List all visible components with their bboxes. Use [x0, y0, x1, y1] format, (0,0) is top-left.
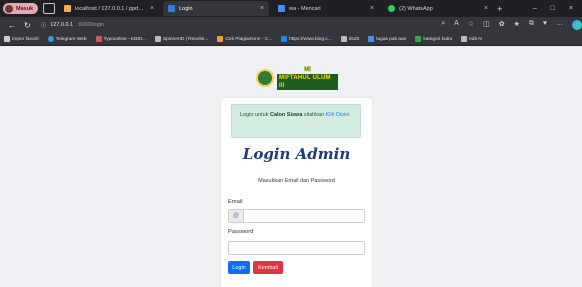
bookmark-label: Telegram Web [55, 36, 87, 42]
logo-line-1: MI [304, 66, 311, 73]
back-button[interactable]: Kembali [253, 261, 283, 274]
page-icon [340, 36, 347, 42]
bookmark-label: tugas pak aan [376, 36, 407, 42]
favorite-star-icon[interactable]: ☆ [468, 20, 474, 30]
drive-icon [415, 36, 422, 42]
new-tab-icon[interactable]: + [497, 4, 502, 14]
bookmark-label: edit AI [469, 36, 483, 42]
login-card: Login untuk Calon Siswa silahkan Klik Di… [221, 98, 372, 287]
import-icon [4, 36, 10, 42]
bookmark-label: https://www.bing.c... [289, 36, 332, 42]
close-window-icon[interactable]: × [569, 5, 573, 12]
address-bar[interactable]: ⓘ 127.0.0.1:8000/login [41, 20, 433, 31]
password-label: Password [228, 229, 254, 235]
reload-icon[interactable]: ↻ [24, 21, 31, 30]
password-field[interactable] [228, 241, 365, 255]
school-logo: MI MIFTAHUL ULUM III [256, 66, 338, 90]
toolbar-icons: ⌕ A ☆ ◫ ✿ ★ ⧉ ♥ … [441, 20, 582, 30]
alert-prefix: Login untuk [240, 112, 269, 118]
window-controls: – □ × [533, 5, 573, 12]
info-icon[interactable]: ⓘ [41, 21, 47, 29]
bookmark-spinner[interactable]: SpinnerID | Rewrite... [154, 36, 209, 42]
tab-search[interactable]: wa - Mencari × [273, 1, 379, 16]
tab-title: (2) WhatsApp [399, 5, 433, 12]
tab-actions-icon[interactable] [43, 3, 56, 14]
close-tab-icon[interactable]: × [370, 5, 374, 12]
back-icon[interactable]: ← [8, 21, 16, 30]
favorites-icon[interactable]: ★ [514, 20, 520, 30]
school-emblem-icon [256, 69, 274, 87]
search-favicon-icon [278, 5, 286, 12]
telegram-icon [47, 36, 54, 42]
address-host: 127.0.0.1 [50, 22, 74, 28]
bookmark-tugas[interactable]: tugas pak aan [368, 36, 406, 42]
bookmark-impor-favorit[interactable]: Impor favorit [4, 36, 39, 42]
profile-label: Masuk [16, 5, 34, 12]
profile-button[interactable]: Masuk [3, 3, 39, 14]
phpmyadmin-favicon-icon [64, 5, 72, 12]
browser-toolbar: ← ↻ ⓘ 127.0.0.1:8000/login ⌕ A ☆ ◫ ✿ ★ ⧉… [0, 17, 582, 33]
close-tab-icon[interactable]: × [484, 5, 488, 12]
login-subtitle: Masukkan Email dan Password [258, 178, 335, 184]
maximize-icon[interactable]: □ [551, 5, 555, 12]
folder-icon [368, 36, 375, 42]
tab-whatsapp[interactable]: (2) WhatsApp × [383, 1, 493, 16]
zoom-icon[interactable]: ⌕ [441, 20, 445, 30]
page-title: Login Admin [242, 145, 351, 163]
logo-line-2: MIFTAHUL ULUM III [277, 73, 338, 90]
email-field[interactable]: @ [228, 209, 365, 223]
bookmark-edit-ai[interactable]: edit AI [461, 36, 482, 42]
shield-icon[interactable]: ♥ [543, 20, 547, 30]
at-sign-icon: @ [229, 210, 244, 222]
student-login-link[interactable]: Klik Disini [326, 112, 350, 118]
page-icon [461, 36, 468, 42]
tab-title: wa - Mencari [289, 5, 321, 12]
logo-text: MI MIFTAHUL ULUM III [277, 66, 338, 90]
bookmark-label: Impor favorit [12, 36, 39, 42]
login-button[interactable]: Login [228, 261, 250, 274]
profile-avatar-icon [5, 4, 13, 13]
copilot-icon[interactable] [572, 20, 582, 30]
collections-icon[interactable]: ⧉ [529, 20, 534, 30]
bing-icon [281, 36, 288, 42]
bookmark-dsd3[interactable]: dsd3 [340, 36, 360, 42]
bookmark-label: Typoonline - KBBI... [103, 36, 146, 42]
browser-tabstrip: Masuk localhost / 127.0.0.1 / ppdb | php… [0, 0, 582, 17]
email-label: Email [228, 199, 243, 205]
login-favicon-icon [168, 5, 176, 12]
tab-phpmyadmin[interactable]: localhost / 127.0.0.1 / ppdb | php × [59, 1, 159, 16]
alert-bold: Calon Siswa [269, 112, 303, 118]
bookmark-label: kategori buku [423, 36, 453, 42]
kbbi-icon [95, 36, 102, 42]
split-screen-icon[interactable]: ◫ [483, 20, 490, 30]
student-login-alert: Login untuk Calon Siswa silahkan Klik Di… [231, 104, 361, 138]
close-tab-icon[interactable]: × [260, 5, 264, 12]
bookmark-plagiarisme[interactable]: Cek Plagiarisme - C... [217, 36, 272, 42]
whatsapp-favicon-icon [388, 5, 396, 12]
bookmark-kbbi[interactable]: Typoonline - KBBI... [95, 36, 146, 42]
bookmark-label: Cek Plagiarisme - C... [225, 36, 273, 42]
minimize-icon[interactable]: – [533, 5, 537, 12]
alert-middle: silahkan [303, 112, 325, 118]
tab-title: Login [179, 5, 193, 12]
bookmark-kategori[interactable]: kategori buku [415, 36, 452, 42]
more-icon[interactable]: … [556, 20, 563, 30]
close-tab-icon[interactable]: × [150, 5, 154, 12]
plagiarism-icon [217, 36, 224, 42]
bookmark-label: dsd3 [348, 36, 360, 42]
bookmark-bing[interactable]: https://www.bing.c... [281, 36, 332, 42]
tab-login[interactable]: Login × [163, 1, 270, 16]
bookmark-label: SpinnerID | Rewrite... [162, 36, 209, 42]
tab-title: localhost / 127.0.0.1 / ppdb | php [75, 5, 146, 12]
bookmarks-bar: Impor favorit Telegram Web Typoonline - … [0, 33, 582, 46]
read-aloud-icon[interactable]: A [454, 20, 459, 30]
page-body: MI MIFTAHUL ULUM III Login untuk Calon S… [0, 46, 582, 287]
page-icon [154, 36, 161, 42]
bookmark-telegram[interactable]: Telegram Web [47, 36, 87, 42]
extensions-icon[interactable]: ✿ [499, 20, 505, 30]
address-path: :8000/login [77, 22, 105, 28]
